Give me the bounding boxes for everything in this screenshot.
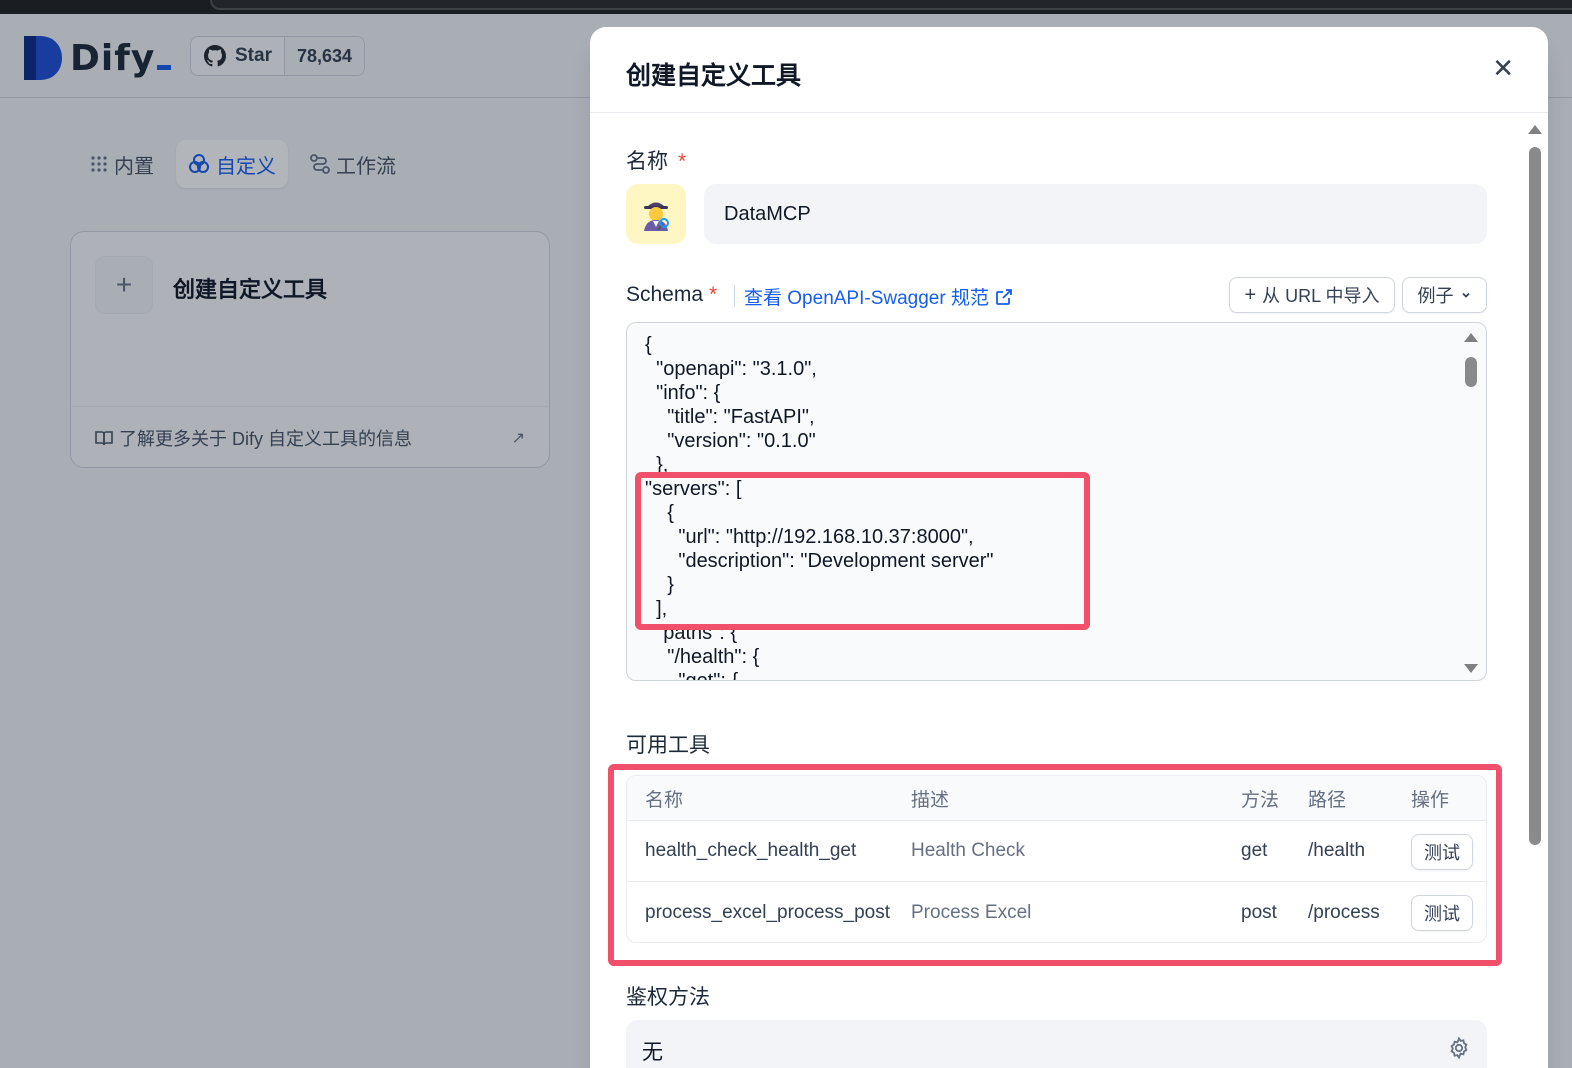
tool-name: health_check_health_get: [645, 840, 857, 861]
name-label-text: 名称: [626, 150, 668, 173]
tool-method: get: [1241, 840, 1268, 861]
schema-label-text: Schema: [626, 283, 704, 306]
scroll-thumb[interactable]: [1529, 147, 1541, 845]
create-tool-modal: 创建自定义工具 ✕ 名称* Schema* 查看 OpenAPI-Swagger…: [590, 27, 1548, 1068]
test-button[interactable]: 测试: [1411, 834, 1473, 870]
detective-emoji-icon: [644, 202, 669, 231]
available-tools-table: 名称 描述 方法 路径 操作 health_check_health_get H…: [626, 775, 1487, 943]
table-row: process_excel_process_post Process Excel…: [627, 882, 1486, 942]
tool-emoji-picker[interactable]: [626, 184, 686, 244]
code-scrollbar[interactable]: [1464, 333, 1478, 673]
swagger-link-text: 查看 OpenAPI-Swagger 规范: [744, 288, 989, 309]
table-header-row: 名称 描述 方法 路径 操作: [627, 776, 1486, 821]
schema-required-mark: *: [709, 283, 718, 306]
tool-path: /health: [1308, 840, 1366, 861]
scroll-up-arrow-icon[interactable]: [1528, 125, 1542, 134]
examples-label: 例子: [1417, 286, 1454, 306]
header-action: 操作: [1411, 789, 1450, 811]
auth-method-selector[interactable]: 无: [626, 1020, 1487, 1068]
tool-description: Health Check: [911, 840, 1026, 861]
scroll-up-arrow-icon[interactable]: [1464, 333, 1478, 342]
examples-dropdown[interactable]: 例子: [1402, 277, 1487, 313]
header-method: 方法: [1241, 789, 1280, 811]
tool-name-input[interactable]: [704, 184, 1487, 244]
required-mark: *: [678, 150, 687, 173]
modal-scrollbar[interactable]: [1528, 125, 1542, 1068]
header-description: 描述: [911, 789, 950, 811]
close-icon[interactable]: ✕: [1492, 55, 1514, 81]
auth-method-label: 鉴权方法: [626, 986, 710, 1009]
chevron-down-icon: [1461, 292, 1470, 298]
schema-code-editor[interactable]: { "openapi": "3.1.0", "info": { "title":…: [626, 322, 1487, 681]
table-row: health_check_health_get Health Check get…: [627, 821, 1486, 882]
tool-method: post: [1241, 901, 1277, 923]
available-tools-label: 可用工具: [626, 734, 710, 757]
modal-title: 创建自定义工具: [626, 62, 802, 90]
external-link-icon: [996, 288, 1012, 305]
tool-name: process_excel_process_post: [645, 901, 891, 923]
schema-field-label: Schema *: [626, 283, 717, 307]
schema-code[interactable]: { "openapi": "3.1.0", "info": { "title":…: [645, 333, 994, 680]
gear-icon[interactable]: [1447, 1036, 1471, 1060]
tool-description: Process Excel: [911, 901, 1032, 923]
import-url-label: 从 URL 中导入: [1262, 286, 1380, 306]
tool-path: /process: [1308, 901, 1380, 923]
header-name: 名称: [645, 789, 684, 811]
openapi-swagger-link[interactable]: 查看 OpenAPI-Swagger 规范: [744, 283, 1013, 310]
auth-method-value: 无: [642, 1041, 663, 1064]
scroll-down-arrow-icon[interactable]: [1464, 664, 1478, 673]
divider: [734, 285, 735, 307]
import-from-url-button[interactable]: + 从 URL 中导入: [1229, 277, 1395, 313]
test-button[interactable]: 测试: [1411, 895, 1473, 931]
scroll-thumb[interactable]: [1465, 357, 1477, 387]
plus-icon: +: [1244, 283, 1257, 306]
header-path: 路径: [1308, 789, 1347, 811]
modal-header: 创建自定义工具 ✕: [590, 27, 1548, 113]
name-field-label: 名称 *: [626, 145, 686, 175]
